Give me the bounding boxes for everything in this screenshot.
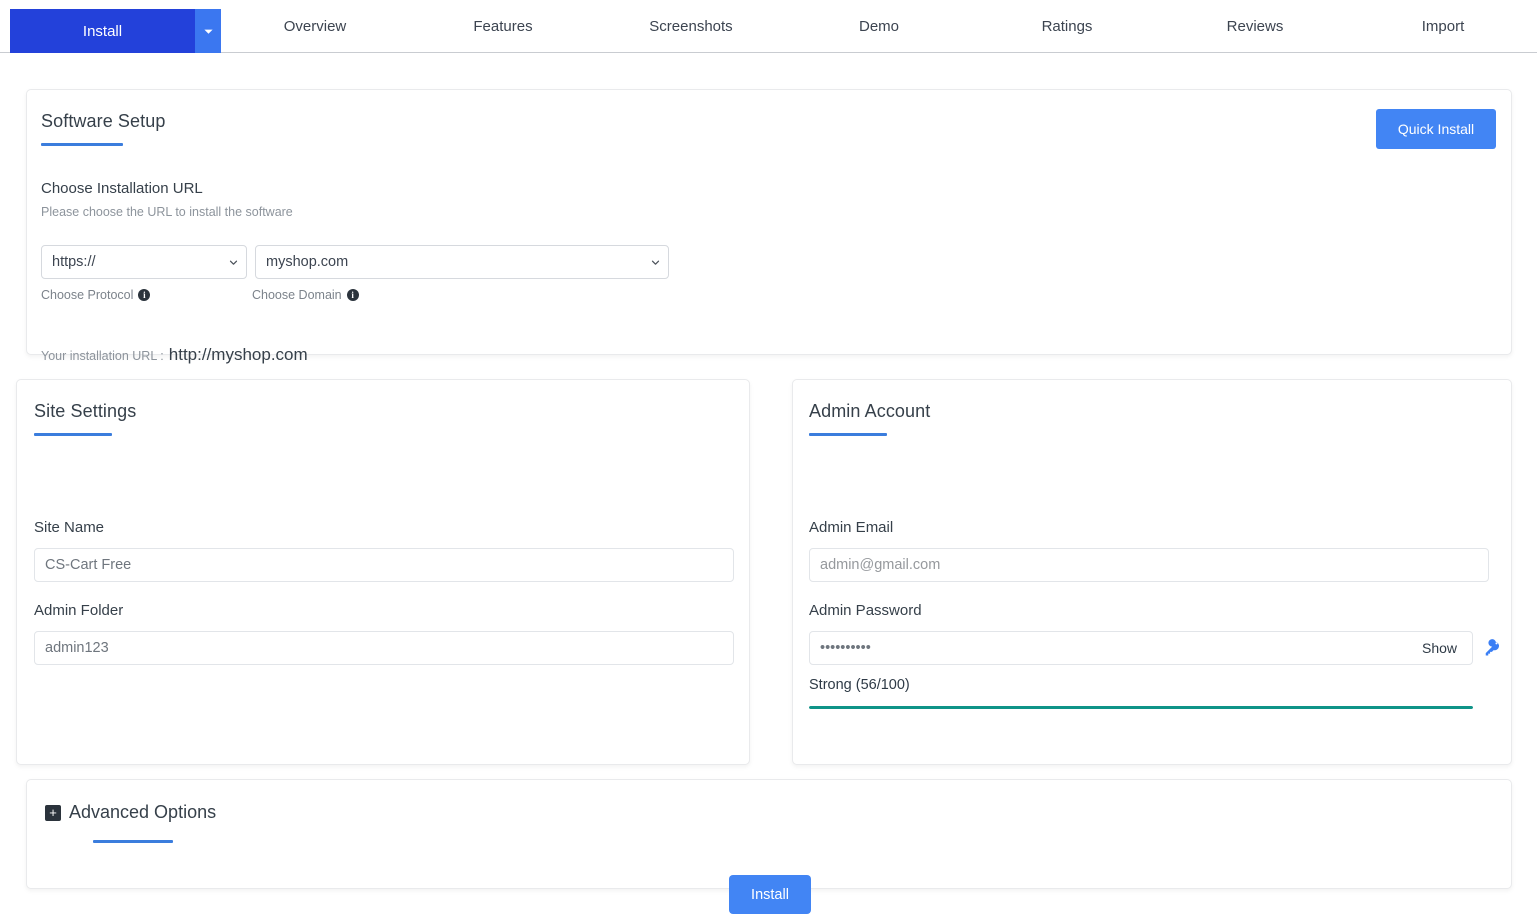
password-strength-fill [809, 706, 1473, 709]
info-icon[interactable]: i [138, 289, 151, 301]
tab-features[interactable]: Features [409, 18, 597, 35]
install-tab-label: Install [82, 22, 123, 40]
top-tab-bar: Install Overview Features Screenshots De… [0, 0, 1537, 53]
password-strength-text: Strong (56/100) [809, 677, 910, 693]
page-body: Software Setup Quick Install Choose Inst… [0, 53, 1537, 922]
tab-list: Overview Features Screenshots Demo Ratin… [221, 0, 1537, 52]
key-icon[interactable] [1482, 638, 1502, 658]
install-tab-button[interactable]: Install [10, 9, 195, 53]
admin-account-title-underline [809, 433, 887, 436]
tab-ratings[interactable]: Ratings [973, 18, 1161, 35]
tab-overview[interactable]: Overview [221, 18, 409, 35]
installation-url-value: http://myshop.com [168, 345, 308, 364]
advanced-options-panel: + Advanced Options [26, 779, 1512, 889]
software-setup-panel: Software Setup Quick Install Choose Inst… [26, 89, 1512, 364]
admin-password-input[interactable] [809, 631, 1473, 665]
plus-square-icon: + [45, 804, 61, 821]
admin-email-input[interactable] [809, 548, 1489, 582]
advanced-options-underline [93, 840, 173, 843]
choose-domain-label-group: Choose Domain i [252, 288, 359, 302]
choose-protocol-label: Choose Protocol [41, 288, 134, 302]
site-name-input[interactable] [34, 548, 734, 582]
info-icon[interactable]: i [346, 289, 359, 301]
quick-install-button[interactable]: Quick Install [1376, 109, 1496, 149]
tab-reviews[interactable]: Reviews [1161, 18, 1349, 35]
software-setup-title: Software Setup [41, 111, 166, 131]
site-settings-panel: Site Settings Site Name Admin Folder [16, 379, 750, 765]
site-name-label: Site Name [34, 519, 105, 536]
choose-domain-label: Choose Domain [252, 288, 342, 302]
tab-import[interactable]: Import [1349, 18, 1537, 35]
choose-installation-url-heading: Choose Installation URL [41, 180, 203, 197]
admin-folder-label: Admin Folder [34, 602, 124, 619]
installation-url-display: Your installation URL : http://myshop.co… [41, 345, 308, 365]
choose-installation-url-subtext: Please choose the URL to install the sof… [41, 205, 293, 219]
choose-protocol-label-group: Choose Protocol i [41, 288, 151, 302]
admin-folder-input[interactable] [34, 631, 734, 665]
installation-url-label: Your installation URL : [41, 349, 164, 363]
install-dropdown-toggle[interactable] [195, 9, 221, 53]
protocol-select[interactable]: https:// [41, 245, 247, 279]
admin-account-title: Admin Account [809, 401, 931, 421]
advanced-options-title: Advanced Options [69, 802, 217, 822]
tab-demo[interactable]: Demo [785, 18, 973, 35]
site-settings-title: Site Settings [34, 401, 137, 421]
site-settings-title-underline [34, 433, 112, 436]
password-strength-bar [809, 706, 1473, 709]
install-submit-button[interactable]: Install [729, 875, 811, 914]
admin-account-panel: Admin Account Admin Email Admin Password… [792, 379, 1512, 765]
admin-password-label: Admin Password [809, 602, 922, 619]
software-setup-title-underline [41, 143, 123, 146]
chevron-down-icon [203, 26, 214, 37]
advanced-options-toggle[interactable]: + Advanced Options [45, 802, 216, 823]
tab-screenshots[interactable]: Screenshots [597, 18, 785, 35]
show-password-toggle[interactable]: Show [1422, 640, 1457, 656]
admin-email-label: Admin Email [809, 519, 894, 536]
domain-select[interactable]: myshop.com [255, 245, 669, 279]
